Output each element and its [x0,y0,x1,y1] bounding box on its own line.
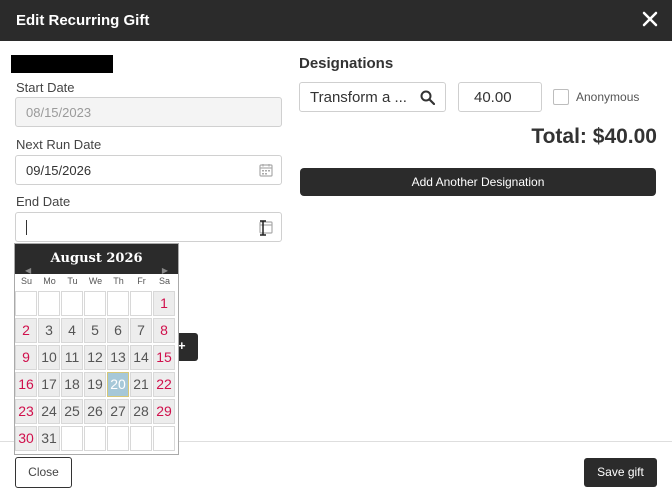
start-date-label: Start Date [16,80,75,95]
calendar-day[interactable]: 27 [107,399,129,424]
weekday-label: Mo [43,276,56,286]
calendar-day[interactable]: 1 [153,291,175,316]
calendar-day[interactable]: 31 [38,426,60,451]
calendar-day[interactable]: 9 [15,345,37,370]
close-icon[interactable] [641,10,659,28]
text-caret [26,220,27,235]
calendar-day[interactable]: 17 [38,372,60,397]
calendar-empty-cell [84,426,106,451]
weekday-header: Su Mo Tu We Th Fr Sa [15,276,178,290]
calendar-day[interactable]: 10 [38,345,60,370]
calendar-day[interactable]: 14 [130,345,152,370]
weekday-label: Tu [67,276,78,286]
calendar-day[interactable]: 5 [84,318,106,343]
anonymous-label: Anonymous [576,90,640,104]
calendar-day[interactable]: 13 [107,345,129,370]
calendar-icon[interactable] [259,163,273,177]
calendar-empty-cell [107,291,129,316]
calendar-day[interactable]: 11 [61,345,83,370]
redacted-block [11,55,113,73]
prev-month-icon[interactable]: ◀ [25,266,31,275]
calendar-empty-cell [15,291,37,316]
end-date-field[interactable] [15,212,282,242]
datepicker: August 2026 ◀ ▶ Su Mo Tu We Th Fr Sa 123456789… [14,243,179,455]
calendar-day[interactable]: 20 [107,372,129,397]
calendar-empty-cell [130,426,152,451]
weekday-label: Fr [137,276,146,286]
next-month-icon[interactable]: ▶ [162,266,168,275]
total-amount: Total: $40.00 [531,125,657,148]
calendar-empty-cell [153,426,175,451]
calendar-day[interactable]: 30 [15,426,37,451]
calendar-day[interactable]: 21 [130,372,152,397]
next-run-date-value: 09/15/2026 [26,163,92,178]
ibeam-cursor-icon [260,220,266,236]
calendar-day[interactable]: 7 [130,318,152,343]
modal-title: Edit Recurring Gift [16,12,150,29]
weekday-label: Th [113,276,124,286]
designations-heading: Designations [299,55,394,72]
weekday-label: We [88,276,103,286]
amount-input[interactable]: 40.00 [458,82,542,112]
datepicker-month-label: August 2026 [50,251,143,266]
next-run-date-label: Next Run Date [16,137,102,152]
calendar-day[interactable]: 16 [15,372,37,397]
calendar-day[interactable]: 8 [153,318,175,343]
calendar-day[interactable]: 15 [153,345,175,370]
calendar-empty-cell [61,291,83,316]
calendar-day[interactable]: 25 [61,399,83,424]
calendar-empty-cell [84,291,106,316]
calendar-day[interactable]: 28 [130,399,152,424]
add-designation-button[interactable]: Add Another Designation [300,168,656,196]
calendar-empty-cell [61,426,83,451]
start-date-field: 08/15/2023 [15,97,282,127]
calendar-empty-cell [107,426,129,451]
calendar-day[interactable]: 24 [38,399,60,424]
calendar-day[interactable]: 6 [107,318,129,343]
calendar-empty-cell [130,291,152,316]
datepicker-header: August 2026 ◀ ▶ [15,244,178,275]
calendar-day[interactable]: 2 [15,318,37,343]
save-gift-button[interactable]: Save gift [584,458,657,487]
weekday-label: Su [20,276,32,286]
designation-select[interactable]: Transform a ... [299,82,446,112]
calendar-day[interactable]: 22 [153,372,175,397]
calendar-day[interactable]: 29 [153,399,175,424]
weekday-label: Sa [158,276,170,286]
modal-header: Edit Recurring Gift [0,0,672,41]
end-date-label: End Date [16,194,71,209]
calendar-empty-cell [38,291,60,316]
calendar-day[interactable]: 12 [84,345,106,370]
anonymous-checkbox[interactable] [553,89,569,105]
close-button[interactable]: Close [15,457,72,488]
designation-value: Transform a ... [310,89,407,106]
search-icon[interactable] [420,90,435,105]
calendar-day[interactable]: 26 [84,399,106,424]
calendar-day[interactable]: 19 [84,372,106,397]
calendar-day[interactable]: 23 [15,399,37,424]
calendar-day[interactable]: 3 [38,318,60,343]
obscured-button-glyph: + [178,338,186,353]
calendar-day[interactable]: 4 [61,318,83,343]
calendar-day[interactable]: 18 [61,372,83,397]
next-run-date-field[interactable]: 09/15/2026 [15,155,282,185]
